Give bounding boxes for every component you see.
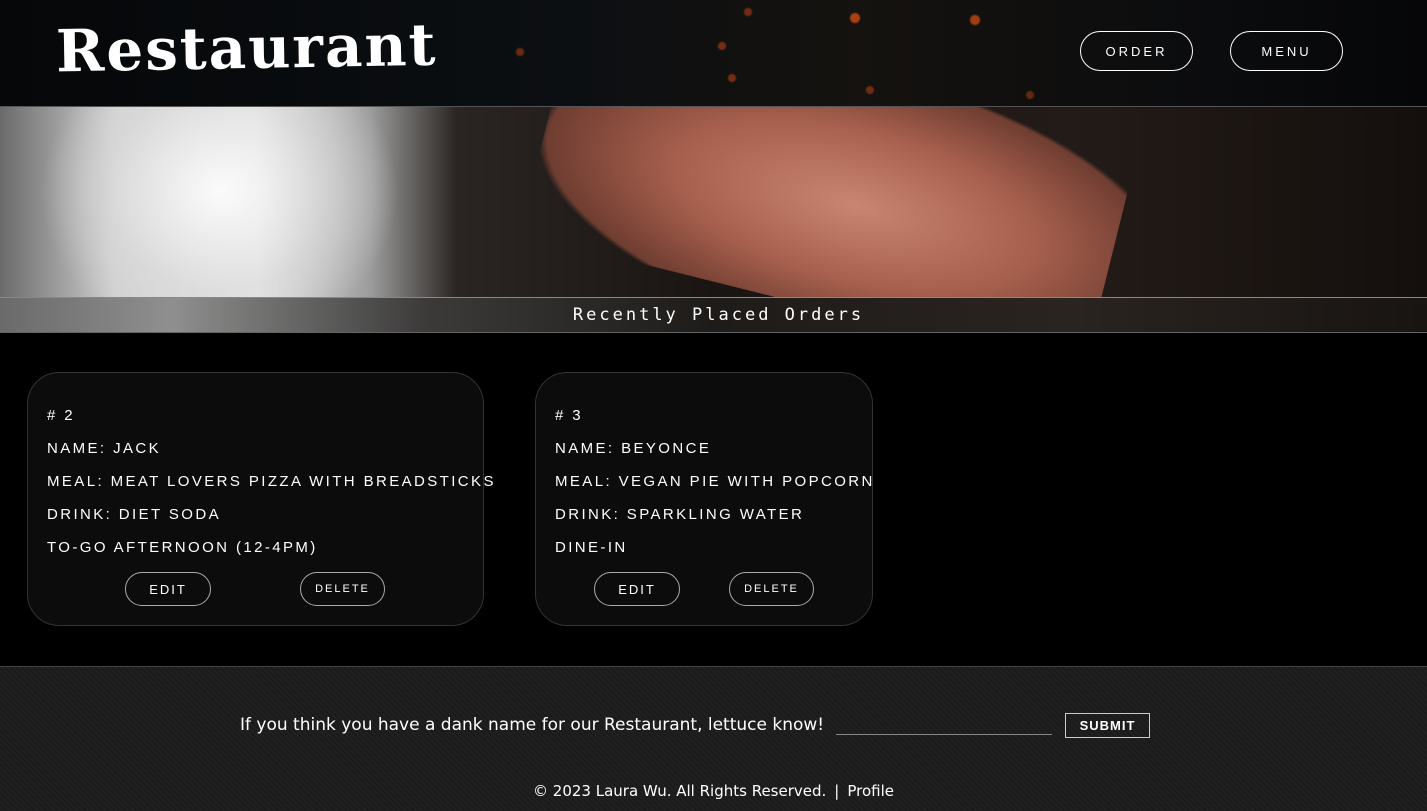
footer-separator: |: [834, 782, 840, 800]
order-service: DINE-IN: [555, 539, 628, 556]
hero-arm-shape: [40, 107, 400, 297]
menu-nav-button[interactable]: MENU: [1230, 31, 1343, 71]
site-footer: If you think you have a dank name for ou…: [0, 666, 1427, 811]
name-suggestion-prompt: If you think you have a dank name for ou…: [240, 715, 825, 735]
copyright-text: © 2023 Laura Wu. All Rights Reserved.: [533, 782, 827, 800]
order-drink: DRINK: SPARKLING WATER: [555, 506, 805, 523]
order-nav-button[interactable]: ORDER: [1080, 31, 1193, 71]
order-number: # 3: [555, 407, 584, 424]
submit-button[interactable]: SUBMIT: [1065, 713, 1150, 738]
order-drink: DRINK: DIET SODA: [47, 506, 221, 523]
edit-order-button[interactable]: EDIT: [594, 572, 680, 606]
section-title: Recently Placed Orders: [572, 305, 865, 325]
order-card: # 3 NAME: BEYONCE MEAL: VEGAN PIE WITH P…: [535, 372, 873, 626]
edit-order-button[interactable]: EDIT: [125, 572, 211, 606]
hero-hand-shape: [519, 107, 1141, 297]
site-header: Restaurant ORDER MENU: [0, 0, 1427, 107]
profile-link[interactable]: Profile: [847, 782, 894, 800]
section-banner: Recently Placed Orders: [0, 297, 1427, 333]
order-meal: MEAL: VEGAN PIE WITH POPCORN: [555, 473, 875, 490]
site-logo[interactable]: Restaurant: [55, 11, 438, 86]
copyright-line: © 2023 Laura Wu. All Rights Reserved. | Pr…: [0, 782, 1427, 800]
delete-order-button[interactable]: DELETE: [729, 572, 814, 606]
delete-order-button[interactable]: DELETE: [300, 572, 385, 606]
hero-image: [0, 107, 1427, 297]
order-service: TO-GO AFTERNOON (12-4PM): [47, 539, 318, 556]
order-name: NAME: JACK: [47, 440, 162, 457]
name-suggestion-input[interactable]: [836, 717, 1052, 735]
order-card: # 2 NAME: JACK MEAL: MEAT LOVERS PIZZA W…: [27, 372, 493, 626]
order-number: # 2: [47, 407, 76, 424]
order-meal: MEAL: MEAT LOVERS PIZZA WITH BREADSTICKS: [47, 473, 496, 490]
order-name: NAME: BEYONCE: [555, 440, 712, 457]
